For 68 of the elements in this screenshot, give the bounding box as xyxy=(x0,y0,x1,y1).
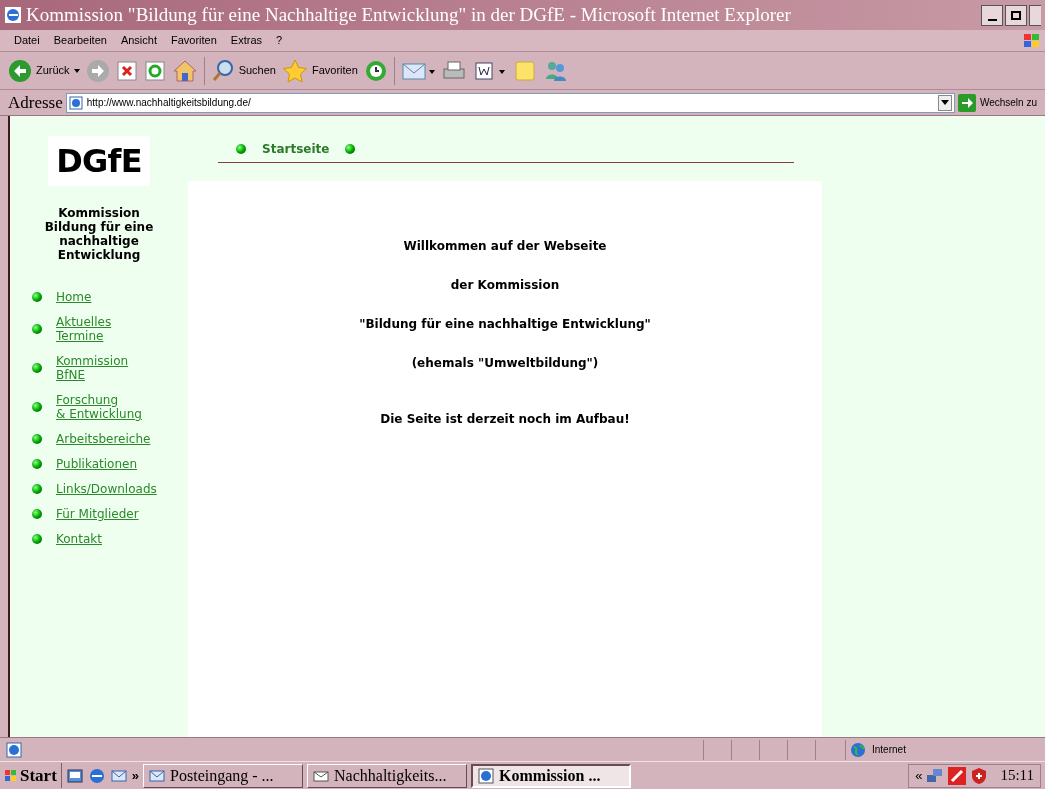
bullet-icon xyxy=(32,509,42,519)
nav-link[interactable]: Arbeitsbereiche xyxy=(56,432,151,446)
search-button[interactable]: Suchen xyxy=(210,58,276,83)
close-button[interactable] xyxy=(1029,4,1041,26)
start-button[interactable]: Start xyxy=(4,762,62,789)
nav-link[interactable]: Links/Downloads xyxy=(56,482,157,496)
bullet-icon xyxy=(32,459,42,469)
nav-link[interactable]: Startseite xyxy=(262,140,330,158)
nav-link[interactable]: Für Mitglieder xyxy=(56,507,139,521)
nav-link[interactable]: Aktuelles Termine xyxy=(56,315,112,343)
bullet-icon xyxy=(32,363,42,373)
minimize-button[interactable] xyxy=(981,4,1003,26)
bullet-icon xyxy=(32,484,42,494)
taskbar-button[interactable]: Kommission ... xyxy=(471,763,632,788)
taskbar-button[interactable]: Nachhaltigkeits... xyxy=(307,763,468,788)
refresh-icon[interactable] xyxy=(143,59,166,82)
network-icon[interactable] xyxy=(926,766,945,785)
tray-expand-button[interactable]: « xyxy=(915,765,923,786)
go-button[interactable]: Wechseln zu xyxy=(957,93,1037,112)
address-label: Adresse xyxy=(8,91,63,114)
page-icon xyxy=(68,95,83,110)
menu-item[interactable]: Bearbeiten xyxy=(53,32,107,49)
nav-link[interactable]: Home xyxy=(56,290,92,304)
bullet-icon xyxy=(32,324,42,334)
windows-logo-icon xyxy=(4,768,18,783)
taskbar-button[interactable]: Posteingang - ... xyxy=(143,763,304,788)
sidebar-heading: Kommission Bildung für eine nachhaltige Entwicklung xyxy=(44,206,154,262)
security-zone: Internet xyxy=(872,743,906,757)
logo: DGfE xyxy=(48,136,150,186)
menu-item[interactable]: ? xyxy=(276,32,283,49)
menu-item[interactable]: Extras xyxy=(230,32,263,49)
maximize-button[interactable] xyxy=(1005,4,1027,26)
star-icon xyxy=(281,58,308,83)
welcome-text: Willkommen auf der Webseite xyxy=(403,238,607,255)
address-field[interactable]: http://www.nachhaltigkeitsbildung.de/ xyxy=(65,92,955,113)
window-title: Kommission "Bildung für eine Nachhaltige Entwicklung" in der DGfE - Microsoft Internet Explorer xyxy=(26,2,792,27)
bullet-icon xyxy=(345,144,356,154)
nav-link[interactable]: Kontakt xyxy=(56,532,102,546)
more-button[interactable]: » xyxy=(131,765,140,786)
welcome-text: Die Seite ist derzeit noch im Aufbau! xyxy=(380,411,630,428)
bullet-icon xyxy=(32,434,42,444)
bullet-icon xyxy=(32,292,42,302)
globe-icon xyxy=(850,741,866,758)
nav-link[interactable]: Forschung & Entwicklung xyxy=(56,393,142,421)
nav-link[interactable]: Kommission BfNE xyxy=(56,354,129,382)
antivirus-icon[interactable] xyxy=(948,766,967,785)
nav-link[interactable]: Publikationen xyxy=(56,457,137,471)
menu-item[interactable]: Ansicht xyxy=(120,32,157,49)
bullet-icon xyxy=(236,144,246,154)
back-button[interactable]: Zurück xyxy=(8,58,80,83)
menu-item[interactable]: Favoriten xyxy=(171,32,217,49)
welcome-text: (ehemals "Umweltbildung") xyxy=(411,355,599,372)
menu-item[interactable]: Datei xyxy=(14,32,40,49)
desktop-icon[interactable] xyxy=(65,766,84,785)
dropdown-icon[interactable] xyxy=(937,94,952,111)
favorites-button[interactable]: Favoriten xyxy=(281,58,358,83)
welcome-text: der Kommission xyxy=(450,277,560,294)
bullet-icon xyxy=(32,402,42,412)
bullet-icon xyxy=(32,534,42,544)
home-icon[interactable] xyxy=(171,58,198,83)
stop-icon[interactable] xyxy=(115,59,138,82)
caret-icon xyxy=(73,68,80,73)
clock: 15:11 xyxy=(1000,766,1034,786)
page-icon xyxy=(6,741,22,758)
shield-icon[interactable] xyxy=(970,766,989,785)
welcome-text: "Bildung für eine nachhaltige Entwicklung" xyxy=(359,316,651,333)
search-icon xyxy=(210,58,235,83)
history-icon[interactable] xyxy=(363,58,388,83)
